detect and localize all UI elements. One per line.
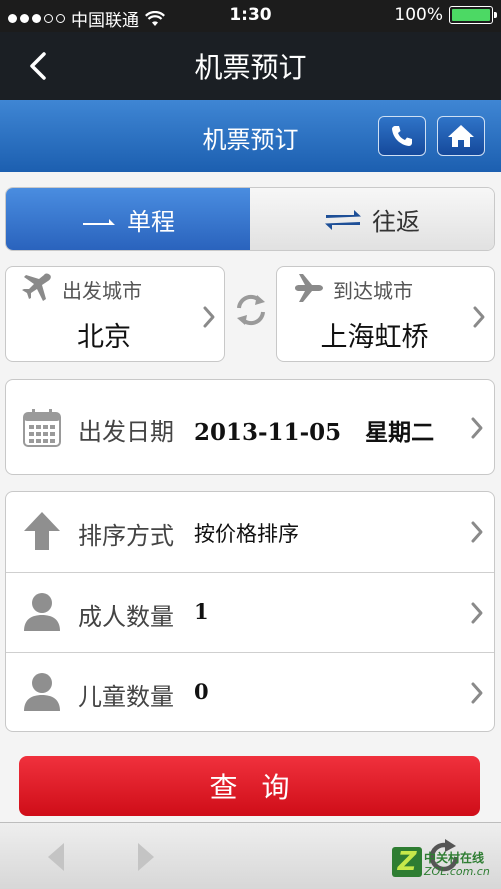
swap-cities-icon[interactable] [231, 290, 271, 330]
chevron-right-icon [473, 306, 485, 328]
departure-date-value: 2013-11-05 星期二 [194, 413, 434, 447]
zol-logo-icon: Z [392, 847, 422, 877]
battery-icon [449, 6, 497, 24]
arrow-up-icon [24, 512, 60, 550]
chevron-right-icon [471, 417, 483, 439]
back-triangle-icon[interactable] [44, 841, 68, 873]
page-header: 机票预订 [0, 100, 501, 172]
person-icon [24, 593, 60, 631]
tab-one-way-label: 单程 [127, 207, 175, 236]
watermark-line1: 中关村在线 [424, 851, 485, 865]
child-count-row[interactable]: 儿童数量 0 [6, 652, 494, 731]
person-icon [24, 673, 60, 711]
arrival-city-value: 上海虹桥 [320, 322, 429, 353]
departure-plane-icon [22, 273, 51, 301]
tab-one-way[interactable]: 单程 [6, 188, 250, 250]
battery-group: 100% [394, 5, 497, 25]
departure-city-caption: 出发城市 [62, 279, 142, 303]
browser-toolbar: Z 中关村在线 ZOL.com.cn [0, 822, 501, 889]
chevron-right-icon [471, 602, 483, 624]
forward-triangle-icon[interactable] [134, 841, 158, 873]
battery-percent: 100% [394, 5, 443, 25]
chevron-right-icon [203, 306, 215, 328]
departure-date-field[interactable]: 出发日期 2013-11-05 星期二 [5, 379, 495, 475]
phone-icon [392, 126, 412, 146]
weekday-text: 星期二 [365, 420, 435, 446]
adult-count-value: 1 [194, 599, 209, 624]
one-way-arrow-icon [83, 219, 115, 225]
calendar-icon [23, 409, 61, 447]
child-count-value: 0 [194, 679, 209, 704]
chevron-right-icon [471, 521, 483, 543]
tab-round-trip-label: 往返 [372, 207, 420, 236]
arrival-city-field[interactable]: 到达城市 上海虹桥 [276, 266, 495, 362]
child-count-label: 儿童数量 [78, 683, 174, 711]
arrival-plane-icon [295, 274, 323, 302]
options-group: 排序方式 按价格排序 成人数量 1 儿童数量 0 [5, 491, 495, 732]
adult-count-row[interactable]: 成人数量 1 [6, 572, 494, 652]
home-button[interactable] [437, 116, 485, 156]
status-bar: 中国联通 1:30 100% [0, 0, 501, 32]
trip-type-toggle: 单程 往返 [5, 187, 495, 251]
departure-city-field[interactable]: 出发城市 北京 [5, 266, 225, 362]
nav-title: 机票预订 [194, 51, 307, 84]
chevron-right-icon [471, 682, 483, 704]
tab-round-trip[interactable]: 往返 [250, 188, 494, 250]
round-trip-arrows-icon [325, 210, 361, 230]
watermark-line2: ZOL.com.cn [424, 865, 490, 878]
navigation-bar: 机票预订 [0, 32, 501, 100]
arrival-city-caption: 到达城市 [333, 279, 413, 303]
departure-date-label: 出发日期 [78, 418, 174, 446]
sort-order-value: 按价格排序 [194, 522, 299, 546]
call-button[interactable] [378, 116, 426, 156]
sort-order-label: 排序方式 [78, 522, 174, 550]
search-flights-button[interactable]: 查询 [19, 756, 480, 816]
home-icon [448, 125, 474, 147]
zol-watermark: Z 中关村在线 ZOL.com.cn [392, 845, 500, 885]
adult-count-label: 成人数量 [78, 603, 174, 631]
departure-city-value: 北京 [77, 322, 131, 353]
sort-order-row[interactable]: 排序方式 按价格排序 [6, 492, 494, 572]
date-text: 2013-11-05 [194, 419, 342, 446]
